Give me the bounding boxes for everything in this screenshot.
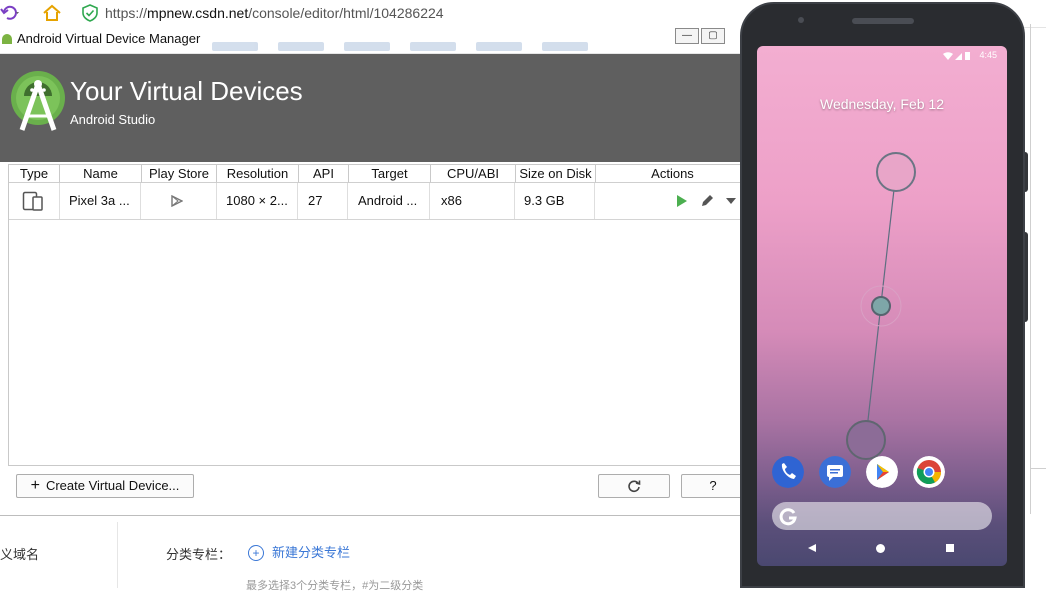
address-bar[interactable]: https://mpnew.csdn.net/console/editor/ht… — [105, 5, 444, 21]
refresh-button[interactable] — [598, 474, 670, 498]
page-scrollbar[interactable] — [1030, 24, 1031, 514]
chrome-app-icon[interactable] — [913, 456, 945, 488]
url-scheme: https:// — [105, 5, 148, 21]
device-target: Android ... — [349, 183, 430, 219]
live-wallpaper-chain — [846, 152, 916, 460]
play-store-icon — [171, 195, 183, 207]
nav-recents-icon[interactable] — [946, 544, 954, 552]
device-table: Type Name Play Store Resolution API Targ… — [8, 164, 749, 466]
header-subtitle: Android Studio — [70, 112, 156, 127]
column-header-size[interactable]: Size on Disk — [516, 165, 596, 183]
column-header-target[interactable]: Target — [349, 165, 431, 183]
avd-manager-window: Android Virtual Device Manager — ▢ Your … — [0, 27, 749, 516]
google-search-bar[interactable] — [772, 502, 992, 530]
device-size: 9.3 GB — [516, 183, 595, 219]
category-label: 分类专栏： — [166, 547, 232, 562]
launch-emulator-icon[interactable] — [676, 194, 688, 208]
maximize-button[interactable]: ▢ — [701, 28, 725, 44]
web-editor-page: 义域名 分类专栏： + 新建分类专栏 最多选择3个分类专栏，#为二级分类 — [0, 516, 748, 592]
column-header-name[interactable]: Name — [60, 165, 142, 183]
nav-back-icon[interactable] — [807, 543, 817, 553]
scrollbar-mark — [1030, 468, 1046, 469]
home-icon[interactable] — [42, 4, 62, 22]
window-title: Android Virtual Device Manager — [17, 31, 201, 46]
background-taskbar — [212, 39, 672, 53]
device-name: Pixel 3a ... — [60, 183, 141, 219]
device-api: 27 — [299, 183, 348, 219]
earpiece-speaker — [852, 18, 914, 24]
url-path: /console/editor/html/104286224 — [248, 5, 444, 21]
window-titlebar: Android Virtual Device Manager — ▢ — [0, 27, 748, 54]
secure-shield-icon — [82, 4, 98, 22]
android-studio-logo — [11, 71, 65, 131]
play-store-app-icon[interactable] — [866, 456, 898, 488]
android-icon — [2, 34, 12, 44]
column-header-type[interactable]: Type — [9, 165, 60, 183]
type-cell — [9, 183, 60, 219]
create-button-label: Create Virtual Device... — [45, 478, 180, 493]
header-title: Your Virtual Devices — [70, 76, 303, 106]
front-camera — [798, 17, 804, 23]
plus-icon: + — [30, 477, 40, 494]
column-header-resolution[interactable]: Resolution — [217, 165, 299, 183]
messages-app-icon[interactable] — [819, 456, 851, 488]
url-host: mpnew.csdn.net — [147, 5, 249, 21]
column-header-actions: Actions — [596, 165, 749, 183]
column-header-cpu-abi[interactable]: CPU/ABI — [431, 165, 516, 183]
phone-tablet-icon — [22, 191, 43, 211]
column-header-play-store[interactable]: Play Store — [142, 165, 217, 183]
back-dropdown-icon[interactable] — [0, 3, 22, 23]
category-hint: 最多选择3个分类专栏，#为二级分类 — [246, 580, 424, 592]
refresh-icon — [628, 480, 641, 493]
add-circle-icon: + — [248, 545, 264, 561]
help-button[interactable]: ? — [681, 474, 745, 498]
nav-home-icon[interactable] — [875, 543, 886, 554]
table-row[interactable]: Pixel 3a ... 1080 × 2... 27 Android ... … — [9, 183, 749, 220]
device-resolution: 1080 × 2... — [217, 183, 298, 219]
google-g-icon — [779, 508, 797, 526]
add-category-label: 新建分类专栏 — [272, 545, 351, 560]
more-actions-dropdown-icon[interactable] — [725, 197, 737, 205]
sidebar-item[interactable]: 义域名 — [0, 544, 39, 563]
phone-app-icon[interactable] — [772, 456, 804, 488]
column-header-api[interactable]: API — [299, 165, 349, 183]
add-category-link[interactable]: + 新建分类专栏 — [248, 542, 350, 561]
minimize-button[interactable]: — — [675, 28, 699, 44]
device-cpu: x86 — [431, 183, 515, 219]
edit-pencil-icon[interactable] — [700, 193, 715, 208]
create-virtual-device-button[interactable]: + Create Virtual Device... — [16, 474, 194, 498]
avd-header: Your Virtual Devices Android Studio — [0, 54, 748, 162]
page-divider — [117, 522, 118, 588]
emulator-screen[interactable]: 4:45 Wednesday, Feb 12 — [757, 46, 1007, 566]
